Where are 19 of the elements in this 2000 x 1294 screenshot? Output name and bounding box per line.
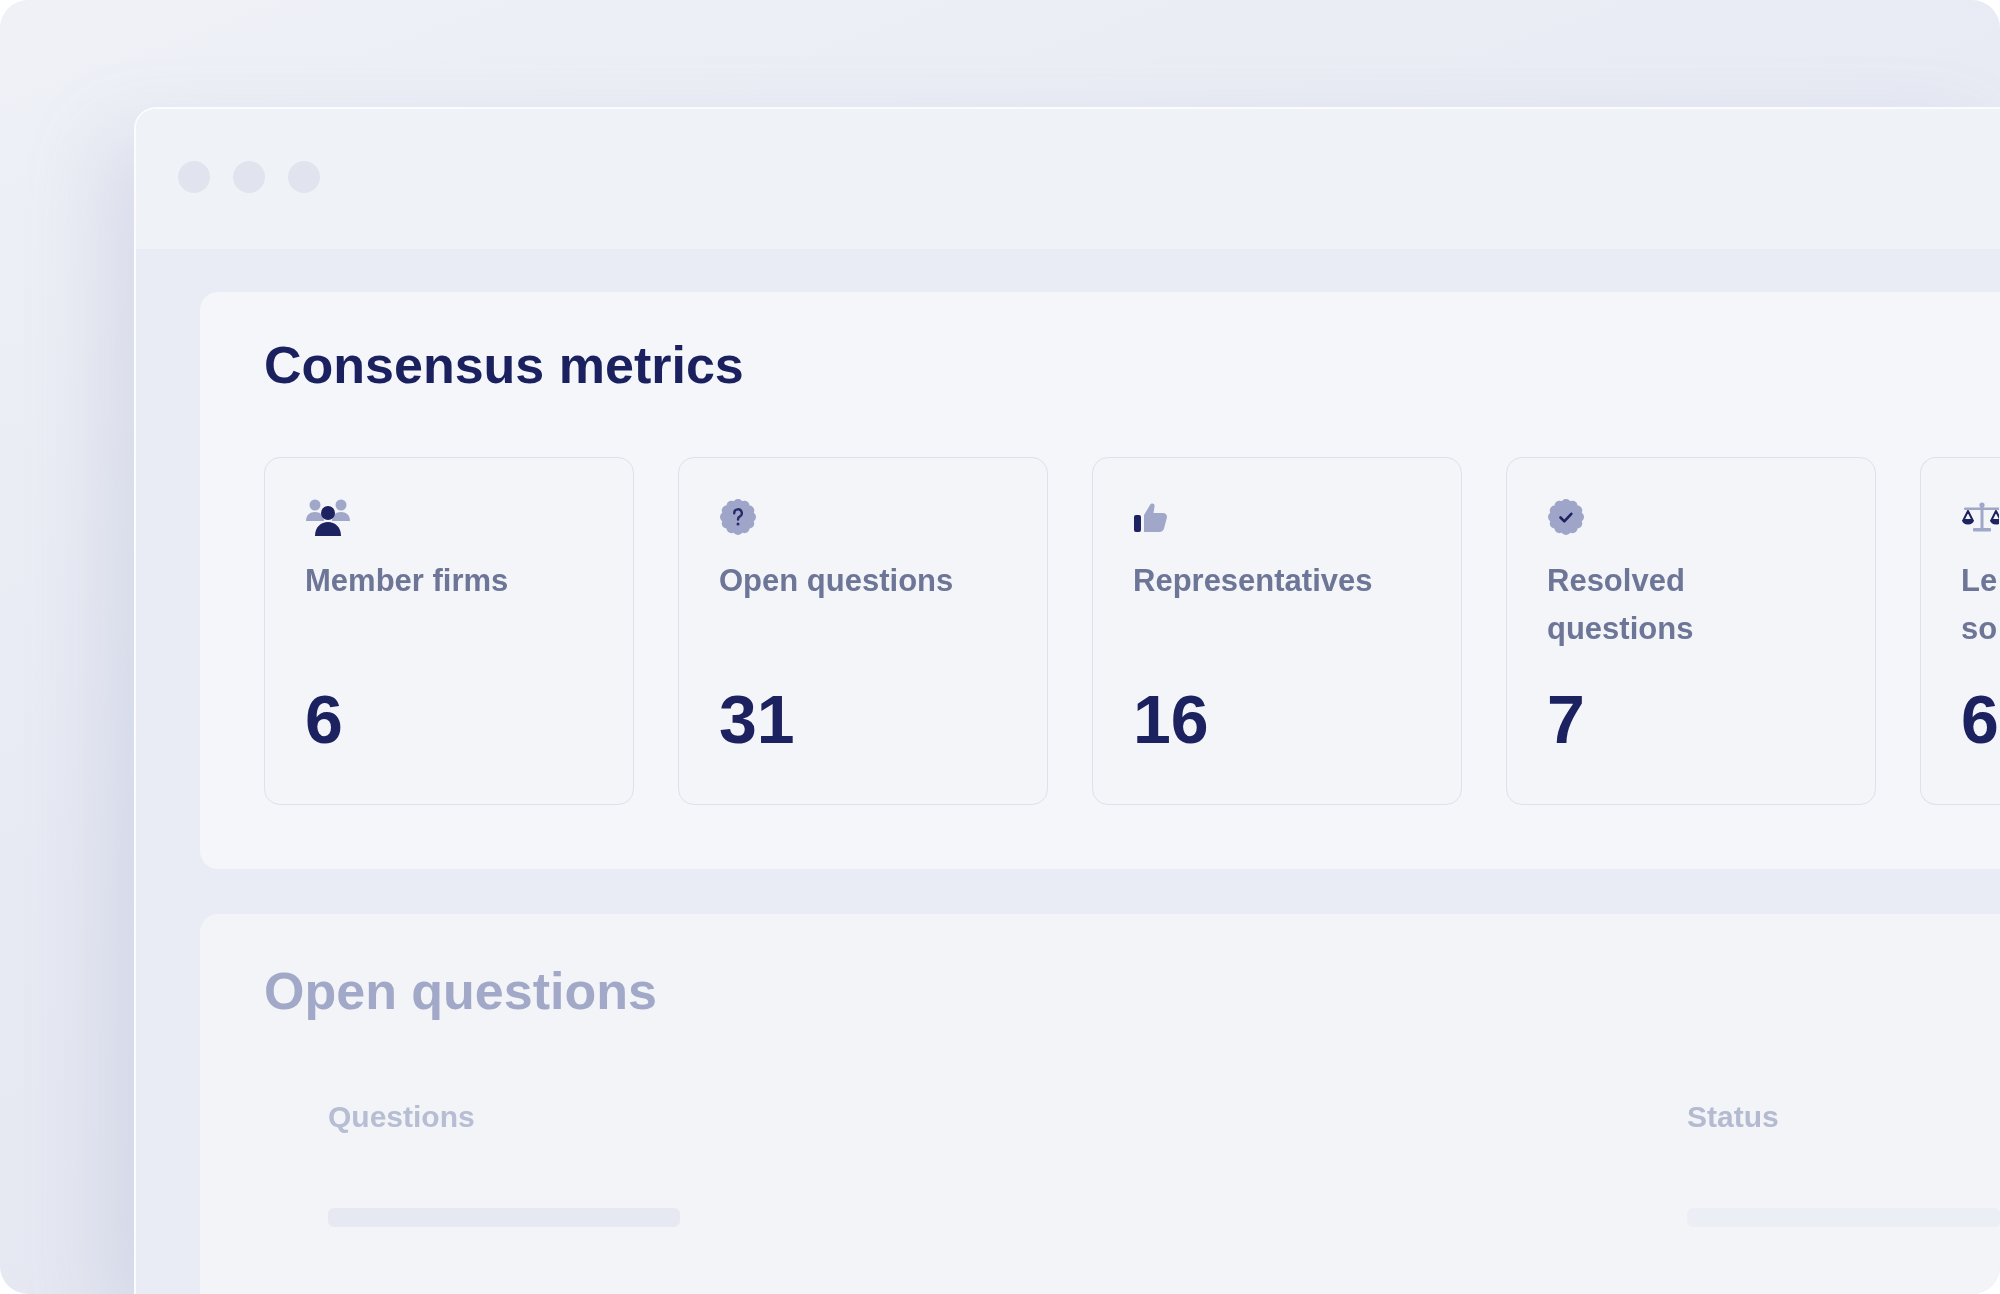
metric-value: 6: [1961, 680, 1999, 760]
check-badge-icon: [1547, 498, 1585, 537]
scales-icon: [1961, 501, 1999, 534]
metric-value: 31: [719, 680, 795, 760]
people-group-icon: [305, 498, 351, 537]
metric-value: 16: [1133, 680, 1209, 760]
metric-label: Resolved questions: [1547, 562, 1695, 649]
panel-title: Open questions: [264, 961, 657, 1023]
metric-label: Representatives: [1133, 562, 1373, 601]
metric-label: Member firms: [305, 562, 509, 601]
panel-title: Consensus metrics: [264, 335, 744, 396]
column-header: Questions: [328, 1098, 475, 1135]
column-header: Status: [1687, 1098, 1779, 1135]
thumbs-up-icon: [1133, 501, 1169, 534]
metric-value: 7: [1547, 680, 1585, 760]
metric-value: 6: [305, 680, 343, 760]
metric-label: Le so: [1961, 562, 1999, 649]
metric-label: Open questions: [719, 562, 954, 601]
question-badge-icon: [719, 498, 757, 537]
